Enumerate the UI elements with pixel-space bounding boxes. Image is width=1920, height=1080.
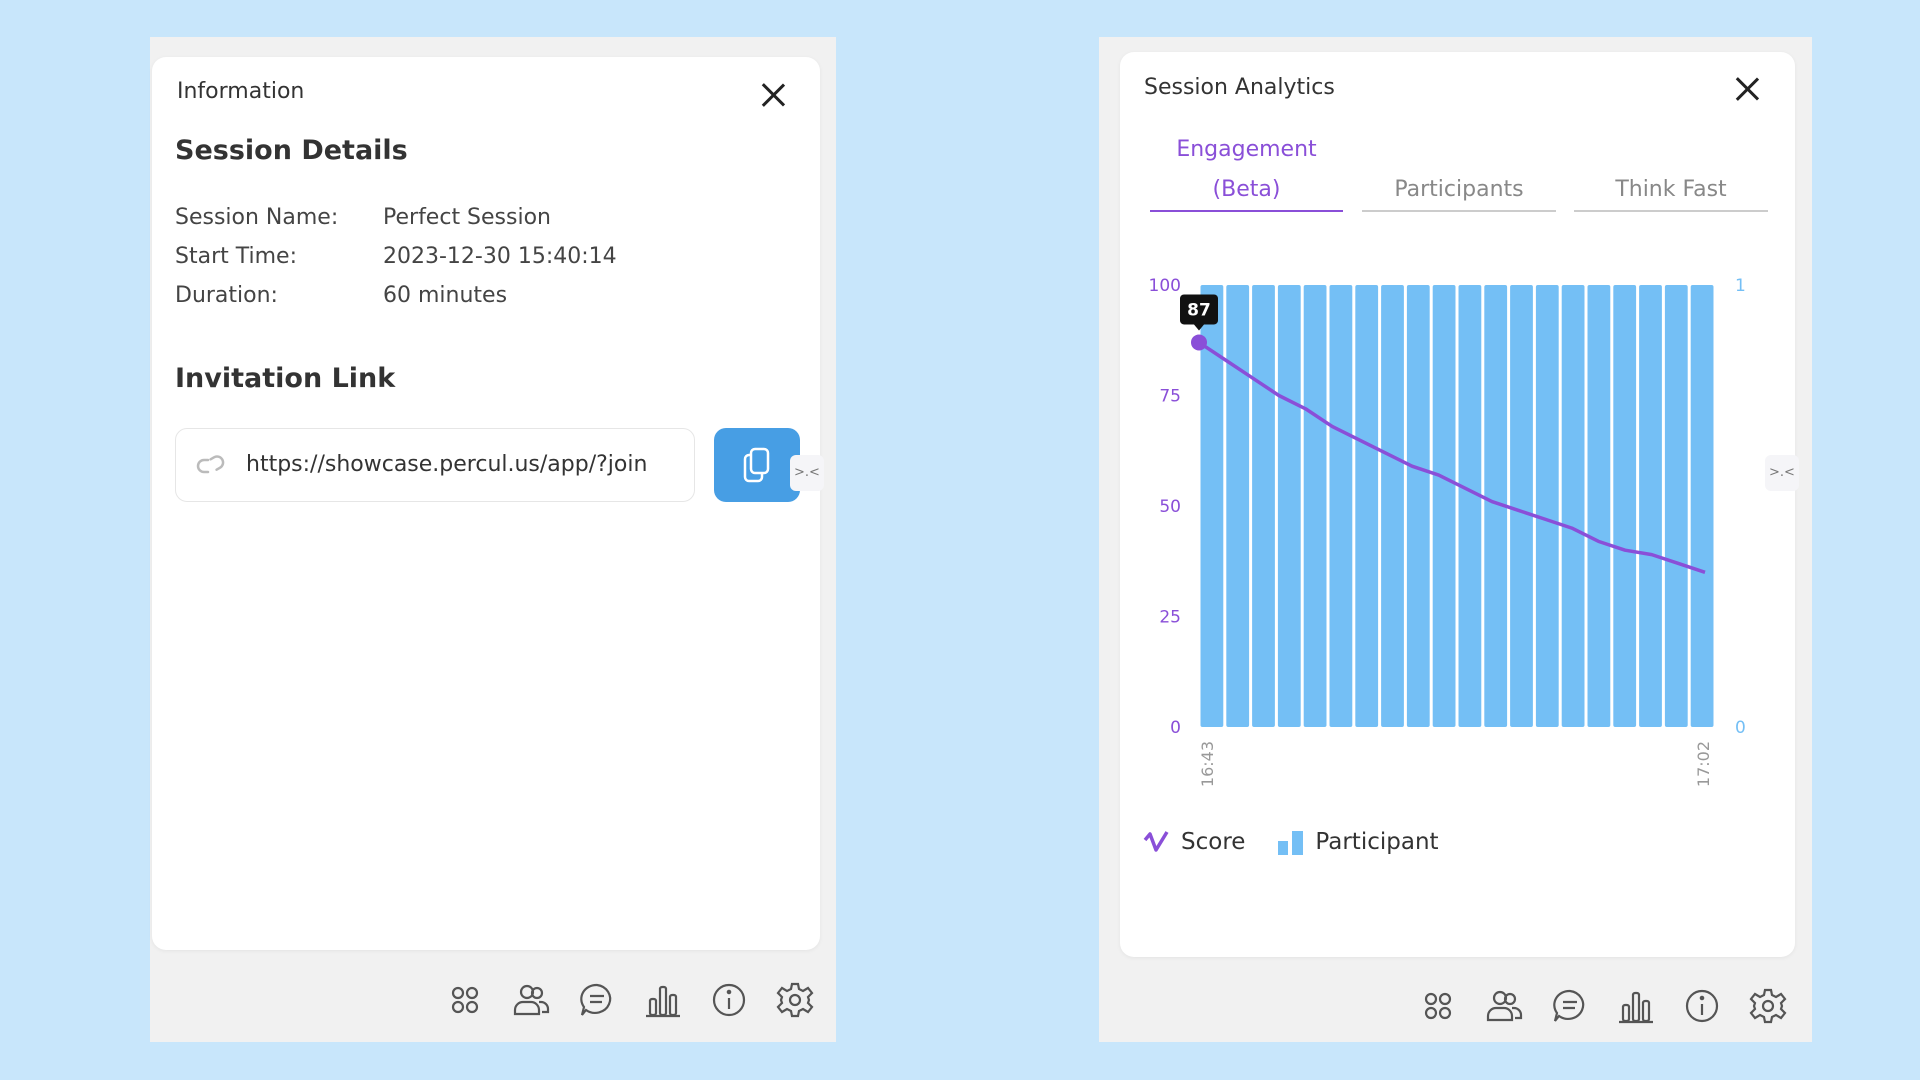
participant-bar xyxy=(1381,285,1404,727)
info-icon xyxy=(1685,989,1719,1023)
participant-bar xyxy=(1329,285,1353,727)
participant-bar xyxy=(1458,285,1482,727)
left-axis-tick: 100 xyxy=(1149,276,1181,296)
participant-bar xyxy=(1277,285,1301,727)
session-details-heading: Session Details xyxy=(175,135,408,166)
info-icon xyxy=(712,983,746,1017)
bottom-toolbar xyxy=(446,981,814,1019)
bar-chart-button[interactable] xyxy=(1617,987,1655,1025)
collapse-handle[interactable]: >.< xyxy=(790,455,824,491)
participants-icon xyxy=(513,984,550,1016)
chat-button[interactable] xyxy=(578,981,616,1019)
chat-icon xyxy=(1553,989,1585,1022)
participant-bar xyxy=(1561,285,1585,727)
participant-bar xyxy=(1587,285,1611,727)
panel-title: Information xyxy=(177,79,305,104)
participant-bar xyxy=(1690,285,1714,727)
score-legend-label: Score xyxy=(1181,829,1246,855)
bar-chart-button[interactable] xyxy=(644,981,682,1019)
close-button[interactable] xyxy=(758,80,788,110)
x-axis-tick: 16:43 xyxy=(1198,741,1217,787)
participant-bar xyxy=(1613,285,1637,727)
invitation-link-heading: Invitation Link xyxy=(175,363,396,394)
participant-legend-icon xyxy=(1278,831,1304,855)
bar-chart-icon xyxy=(646,985,680,1018)
left-axis-tick: 75 xyxy=(1159,387,1181,407)
engagement-chart: 0 25 50 75 100 0 1 87 16:43 17:02 xyxy=(1149,276,1746,787)
participant-bar xyxy=(1664,285,1688,727)
participant-bar xyxy=(1510,285,1533,727)
participant-bar xyxy=(1406,285,1430,727)
participant-bar xyxy=(1432,285,1456,727)
gear-button[interactable] xyxy=(776,981,814,1019)
info-button[interactable] xyxy=(1683,987,1721,1025)
left-axis-tick: 0 xyxy=(1170,718,1181,738)
participant-bar xyxy=(1535,285,1559,727)
participant-bar xyxy=(1252,285,1275,727)
info-button[interactable] xyxy=(710,981,748,1019)
copy-icon xyxy=(743,447,770,483)
participant-bar xyxy=(1355,285,1379,727)
participants-button[interactable] xyxy=(1485,987,1523,1025)
bottom-toolbar xyxy=(1419,987,1787,1025)
gear-button[interactable] xyxy=(1749,987,1787,1025)
analytics-panel: Session Analytics Engagement (Beta) Parti… xyxy=(1099,37,1812,1042)
copy-link-button[interactable] xyxy=(714,428,800,502)
left-axis-tick: 25 xyxy=(1159,608,1181,628)
gear-icon xyxy=(1749,988,1787,1024)
bar-chart-icon xyxy=(1619,991,1653,1024)
chat-button[interactable] xyxy=(1551,987,1589,1025)
chart-legend: Score Participant xyxy=(1143,829,1439,855)
participant-bar xyxy=(1303,285,1327,727)
tooltip-value: 87 xyxy=(1187,300,1211,320)
grid-button[interactable] xyxy=(446,981,484,1019)
participant-bar xyxy=(1226,285,1250,727)
score-point xyxy=(1191,334,1207,351)
participant-legend-label: Participant xyxy=(1315,829,1439,855)
link-icon xyxy=(196,455,225,474)
participants-icon xyxy=(1486,990,1523,1022)
chat-icon xyxy=(580,983,612,1016)
participants-button[interactable] xyxy=(512,981,550,1019)
grid-icon xyxy=(451,986,479,1014)
right-axis-tick: 1 xyxy=(1735,276,1746,296)
invitation-url: https://showcase.percul.us/app/?join xyxy=(246,452,648,477)
participant-bar xyxy=(1639,285,1662,727)
gear-icon xyxy=(776,982,814,1018)
collapse-handle[interactable]: >.< xyxy=(1765,455,1799,491)
x-axis-tick: 17:02 xyxy=(1694,741,1713,787)
information-card: Information Session Details Session Name… xyxy=(152,57,820,950)
right-axis-tick: 0 xyxy=(1735,718,1746,738)
grid-icon xyxy=(1424,992,1452,1020)
grid-button[interactable] xyxy=(1419,987,1457,1025)
score-legend-icon xyxy=(1143,831,1169,852)
invitation-link-field[interactable]: https://showcase.percul.us/app/?join xyxy=(175,428,695,502)
information-panel: Information Session Details Session Name… xyxy=(150,37,836,1042)
left-axis-tick: 50 xyxy=(1159,497,1181,517)
